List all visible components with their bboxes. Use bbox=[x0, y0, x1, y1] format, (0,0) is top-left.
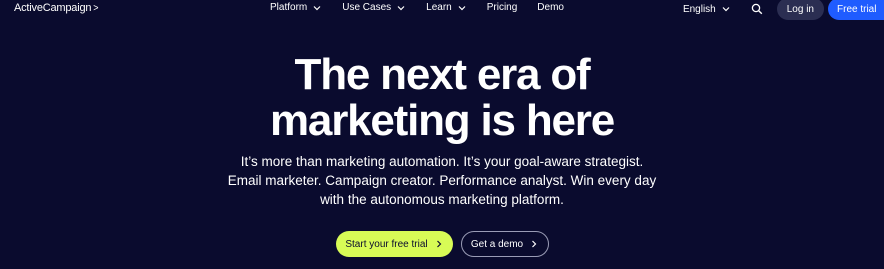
login-button[interactable]: Log in bbox=[776, 0, 824, 20]
chevron-down-icon bbox=[313, 5, 321, 10]
language-selector[interactable]: English bbox=[683, 4, 731, 15]
nav-item-platform[interactable]: Platform bbox=[270, 2, 322, 13]
chevron-right-icon bbox=[532, 240, 537, 248]
nav-item-label: Learn bbox=[426, 2, 452, 13]
headline-line-1: The next era of bbox=[294, 50, 591, 99]
logo-text: ActiveCampaign bbox=[14, 2, 92, 14]
nav-links: Platform Use Cases Learn Pricing Demo bbox=[270, 2, 564, 13]
subtext-line-1: It’s more than marketing automation. It’… bbox=[240, 154, 644, 169]
nav-item-label: Demo bbox=[537, 2, 564, 13]
language-label: English bbox=[682, 3, 716, 15]
free-trial-nav-button[interactable]: Free trial bbox=[828, 0, 884, 20]
nav-item-demo[interactable]: Demo bbox=[537, 2, 564, 13]
chevron-down-icon bbox=[458, 5, 466, 10]
hero-headline: The next era of marketing is here bbox=[0, 52, 884, 144]
subtext-line-3: with the autonomous marketing platform. bbox=[320, 192, 564, 207]
chevron-right-icon bbox=[436, 240, 441, 248]
start-free-trial-button[interactable]: Start your free trial bbox=[335, 231, 453, 257]
subtext-line-2: Email marketer. Campaign creator. Perfor… bbox=[227, 173, 657, 188]
hero-cta-row: Start your free trial Get a demo bbox=[0, 231, 884, 257]
activecampaign-logo[interactable]: ActiveCampaign > bbox=[14, 2, 99, 14]
nav-item-pricing[interactable]: Pricing bbox=[487, 2, 518, 13]
logo-mark: > bbox=[93, 2, 99, 14]
hero-subtext: It’s more than marketing automation. It’… bbox=[0, 152, 884, 209]
nav-item-label: Use Cases bbox=[342, 2, 392, 13]
nav-item-label: Platform bbox=[270, 2, 308, 13]
login-label: Log in bbox=[786, 3, 814, 15]
chevron-down-icon bbox=[397, 5, 405, 10]
free-trial-label: Free trial bbox=[837, 3, 877, 15]
headline-line-2: marketing is here bbox=[270, 96, 615, 145]
chevron-down-icon bbox=[722, 7, 730, 12]
nav-actions: English Log in Free trial bbox=[683, 0, 884, 20]
nav-item-label: Pricing bbox=[486, 2, 518, 13]
get-demo-button[interactable]: Get a demo bbox=[460, 231, 549, 257]
cta-secondary-label: Get a demo bbox=[470, 238, 524, 250]
nav-item-learn[interactable]: Learn bbox=[426, 2, 467, 13]
cta-primary-label: Start your free trial bbox=[345, 238, 428, 250]
top-navigation: ActiveCampaign > Platform Use Cases Lear… bbox=[0, 0, 884, 20]
nav-item-use-cases[interactable]: Use Cases bbox=[342, 2, 406, 13]
search-icon[interactable] bbox=[751, 3, 763, 15]
